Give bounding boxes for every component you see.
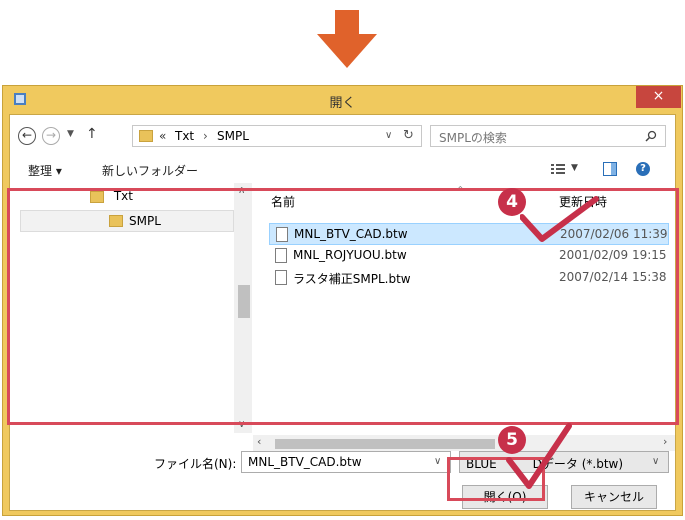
window-title: 開く	[329, 96, 356, 111]
cancel-button[interactable]: キャンセル	[571, 485, 657, 509]
back-arrow-icon[interactable]: ←	[18, 127, 36, 145]
breadcrumb-txt[interactable]: Txt	[175, 129, 194, 143]
refresh-icon[interactable]: ↻	[403, 128, 414, 143]
filename-value: MNL_BTV_CAD.btw	[248, 455, 362, 469]
breadcrumb-separator: ›	[203, 129, 208, 143]
filename-label: ファイル名(N):	[154, 457, 237, 471]
search-placeholder: SMPLの検索	[439, 131, 507, 145]
folder-icon	[139, 130, 153, 142]
filename-dropdown-icon[interactable]: ∨	[434, 456, 441, 467]
down-arrow-icon	[317, 10, 377, 68]
recent-dropdown-icon[interactable]: ▼	[67, 129, 74, 139]
address-dropdown-icon[interactable]: ∨	[385, 130, 392, 141]
view-options-icon[interactable]	[551, 163, 565, 175]
breadcrumb-smpl[interactable]: SMPL	[217, 129, 249, 143]
organize-button[interactable]: 整理 ▾	[28, 162, 62, 179]
view-dropdown-icon[interactable]: ▼	[571, 163, 578, 173]
new-folder-button[interactable]: 新しいフォルダー	[102, 162, 198, 179]
dialog-footer: ファイル名(N): MNL_BTV_CAD.btw ∨ BLUE Dデータ (*…	[10, 445, 675, 515]
up-arrow-icon[interactable]: ↑	[86, 126, 98, 142]
search-icon[interactable]	[645, 130, 657, 142]
search-input[interactable]: SMPLの検索	[430, 125, 666, 147]
checkmark-icon	[506, 423, 572, 489]
address-bar[interactable]: « Txt › SMPL ∨ ↻	[132, 125, 422, 147]
preview-pane-icon[interactable]	[603, 162, 617, 176]
help-icon[interactable]: ?	[636, 162, 650, 176]
filename-input[interactable]: MNL_BTV_CAD.btw ∨	[241, 451, 451, 473]
checkmark-icon	[520, 196, 599, 242]
close-button[interactable]: ×	[636, 86, 681, 108]
title-bar[interactable]: 開く ×	[3, 86, 682, 114]
filetype-dropdown-icon[interactable]: ∨	[652, 456, 659, 467]
toolbar: 整理 ▾ 新しいフォルダー ▼ ?	[10, 157, 675, 181]
forward-arrow-icon[interactable]: →	[42, 127, 60, 145]
path-overflow[interactable]: «	[159, 129, 166, 143]
